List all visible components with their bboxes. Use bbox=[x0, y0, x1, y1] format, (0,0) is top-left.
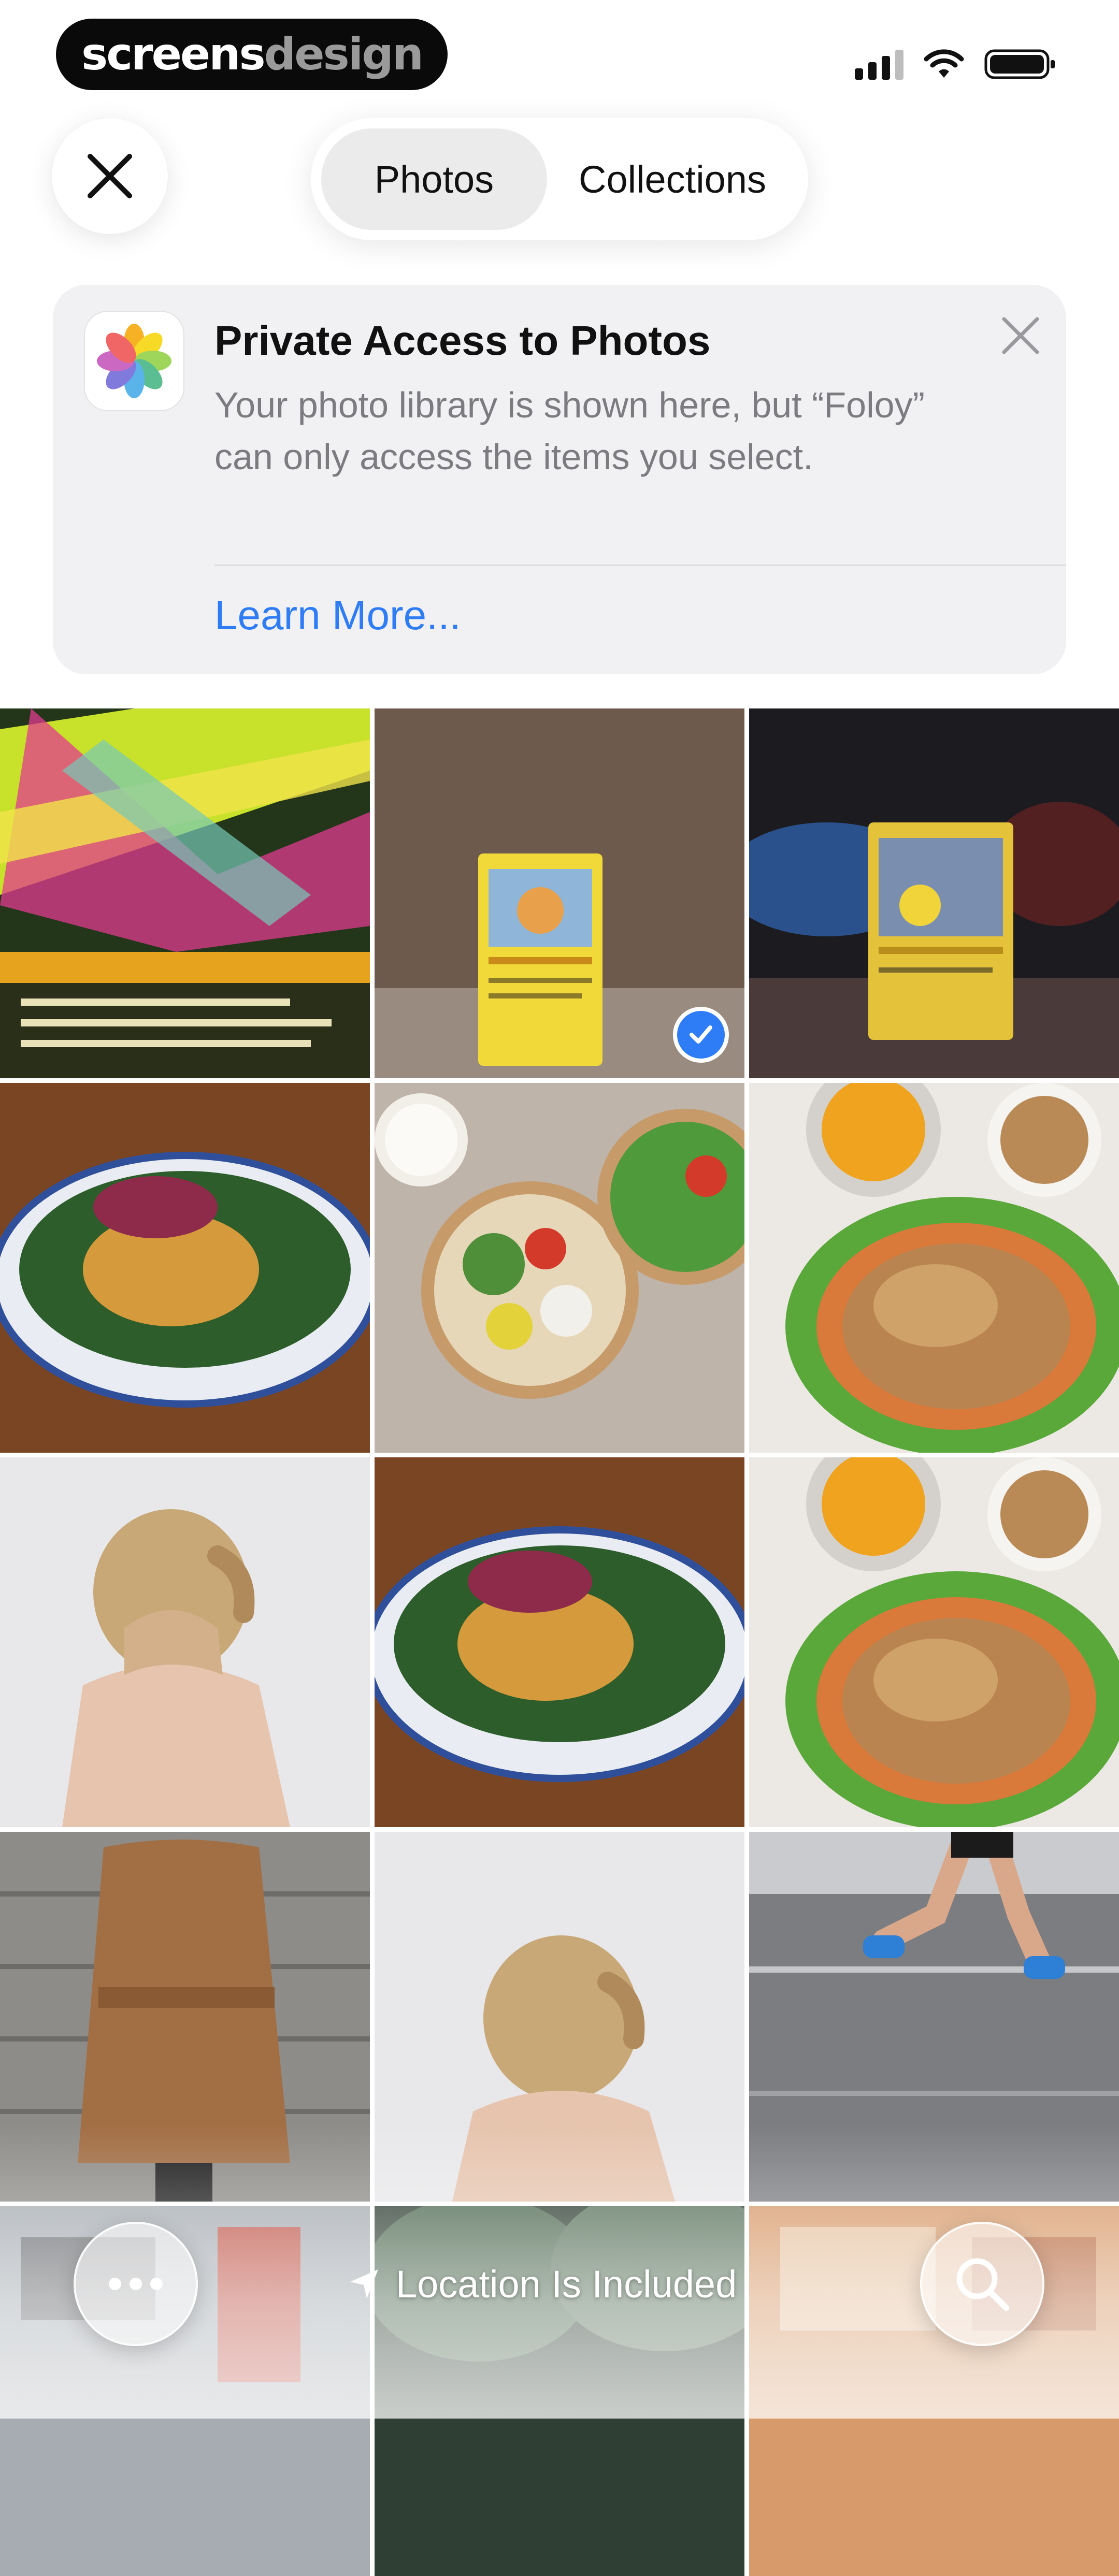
photo-thumbnail-selected[interactable] bbox=[375, 708, 744, 1078]
photo-thumbnail[interactable] bbox=[0, 1083, 370, 1453]
watermark-part1: screens bbox=[81, 28, 266, 80]
ellipsis-icon bbox=[109, 2278, 163, 2290]
photo-thumbnail[interactable] bbox=[749, 1457, 1119, 1827]
tab-photos[interactable]: Photos bbox=[321, 128, 547, 230]
photo-thumbnail[interactable] bbox=[749, 1083, 1119, 1453]
search-button[interactable] bbox=[920, 2222, 1044, 2346]
photos-app-icon bbox=[85, 312, 183, 410]
location-label: Location Is Included bbox=[396, 2262, 737, 2306]
photo-thumbnail[interactable] bbox=[375, 1083, 744, 1453]
private-access-banner: Private Access to Photos Your photo libr… bbox=[53, 285, 1066, 674]
photos-collections-segmented-control: Photos Collections bbox=[311, 118, 808, 240]
banner-divider bbox=[214, 565, 1066, 566]
signal-icon bbox=[855, 49, 903, 80]
photo-thumbnail[interactable] bbox=[375, 1457, 744, 1827]
close-button[interactable] bbox=[52, 118, 168, 234]
location-arrow-icon bbox=[350, 2269, 378, 2298]
location-included-toggle[interactable]: Location Is Included bbox=[347, 2258, 737, 2310]
tab-collections[interactable]: Collections bbox=[547, 128, 798, 230]
close-icon bbox=[1002, 317, 1039, 354]
photo-thumbnail[interactable] bbox=[0, 708, 370, 1078]
search-icon bbox=[956, 2258, 1009, 2311]
banner-title: Private Access to Photos bbox=[214, 317, 711, 364]
learn-more-link[interactable]: Learn More... bbox=[214, 591, 461, 639]
status-bar bbox=[855, 44, 1057, 85]
screensdesign-watermark: screens design bbox=[56, 19, 448, 90]
photo-thumbnail[interactable] bbox=[749, 708, 1119, 1078]
more-options-button[interactable] bbox=[74, 2222, 198, 2346]
selected-check-icon bbox=[673, 1007, 729, 1063]
banner-body: Your photo library is shown here, but “F… bbox=[214, 385, 925, 477]
close-icon bbox=[88, 154, 132, 198]
watermark-part2: design bbox=[264, 28, 424, 80]
battery-icon bbox=[984, 49, 1055, 79]
wifi-icon bbox=[924, 49, 964, 78]
banner-dismiss-button[interactable] bbox=[996, 311, 1045, 360]
photo-thumbnail[interactable] bbox=[0, 1457, 370, 1827]
